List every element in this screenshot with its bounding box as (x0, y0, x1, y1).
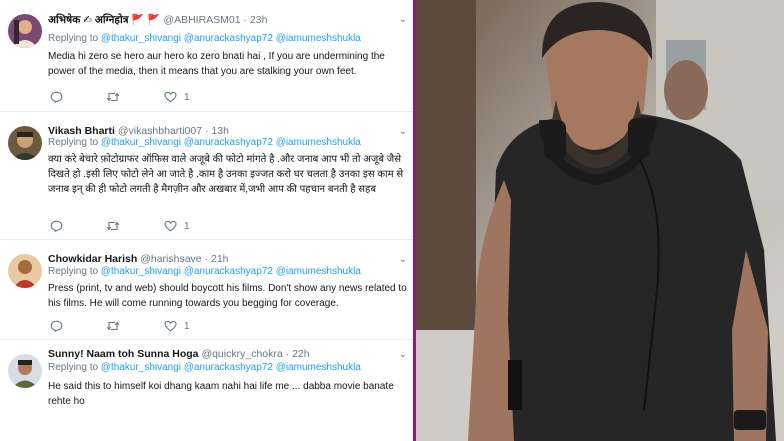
retweet-button[interactable] (106, 220, 127, 232)
mention-link[interactable]: @anurackashyap72 (184, 33, 273, 44)
separator-dot: · (204, 125, 209, 137)
tweet-replies-panel: अभिषेक ✍ अग्निहोत्र 🚩 🚩 @ABHIRASM01 · 23… (0, 0, 413, 441)
replying-to: Replying to @thakur_shivangi @anurackash… (48, 266, 361, 277)
reply-icon (50, 91, 63, 103)
author-handle[interactable]: @ABHIRASM01 (163, 14, 240, 26)
like-count: 1 (184, 220, 190, 232)
like-count: 1 (184, 91, 190, 103)
mention-link[interactable]: @thakur_shivangi (101, 266, 181, 277)
retweet-button[interactable] (106, 320, 127, 332)
replying-label: Replying to (48, 33, 99, 44)
tweet-item[interactable]: Sunny! Naam toh Sunna Hoga @quickry_chok… (0, 340, 413, 441)
retweet-button[interactable] (106, 91, 127, 103)
heart-icon (164, 220, 177, 232)
tweet-text: Media hi zero se hero aur hero ko zero b… (48, 51, 385, 77)
separator-dot: · (243, 14, 248, 26)
mention-link[interactable]: @thakur_shivangi (101, 137, 181, 148)
photo-man-with-headphones (416, 0, 784, 441)
author-name[interactable]: Chowkidar Harish (48, 253, 137, 265)
tweet-text: Press (print, tv and web) should boycott… (48, 283, 407, 309)
chevron-down-icon[interactable]: ⌄ (399, 14, 407, 25)
reply-button[interactable] (50, 320, 70, 332)
author-name[interactable]: Vikash Bharti (48, 125, 115, 137)
reply-icon (50, 320, 63, 332)
heart-icon (164, 320, 177, 332)
tweet-item[interactable]: Vikash Bharti @vikashbharti007 · 13h ⌄ R… (0, 112, 413, 240)
retweet-icon (106, 321, 120, 331)
author-handle[interactable]: @quickry_chokra (201, 348, 282, 360)
replying-label: Replying to (48, 266, 99, 277)
avatar[interactable] (8, 354, 42, 388)
mention-link[interactable]: @iamumeshshukla (276, 266, 361, 277)
tweet-header: Chowkidar Harish @harishsave · 21h (48, 253, 229, 265)
tweet-text: क्या करे बेचारे फ़ोटोग्राफर ऑफिस वाले अज… (48, 154, 404, 195)
tweet-time[interactable]: 21h (211, 253, 229, 265)
like-button[interactable]: 1 (164, 320, 190, 332)
mention-link[interactable]: @iamumeshshukla (276, 33, 361, 44)
reply-button[interactable] (50, 91, 70, 103)
like-button[interactable]: 1 (164, 91, 190, 103)
like-button[interactable]: 1 (164, 220, 190, 232)
mention-link[interactable]: @anurackashyap72 (184, 137, 273, 148)
tweet-header: Sunny! Naam toh Sunna Hoga @quickry_chok… (48, 348, 310, 360)
avatar[interactable] (8, 14, 42, 48)
replying-label: Replying to (48, 137, 99, 148)
tweet-item[interactable]: अभिषेक ✍ अग्निहोत्र 🚩 🚩 @ABHIRASM01 · 23… (0, 0, 413, 112)
retweet-icon (106, 221, 120, 231)
tweet-time[interactable]: 22h (292, 348, 310, 360)
tweet-time[interactable]: 23h (250, 14, 268, 26)
replying-to: Replying to @thakur_shivangi @anurackash… (48, 137, 361, 148)
mention-link[interactable]: @thakur_shivangi (101, 362, 181, 373)
mention-link[interactable]: @iamumeshshukla (276, 137, 361, 148)
chevron-down-icon[interactable]: ⌄ (399, 254, 407, 265)
tweet-header: Vikash Bharti @vikashbharti007 · 13h (48, 125, 229, 137)
tweet-text: He said this to himself koi dhang kaam n… (48, 381, 394, 407)
retweet-icon (106, 92, 120, 102)
mention-link[interactable]: @iamumeshshukla (276, 362, 361, 373)
separator-dot: · (204, 253, 209, 265)
heart-icon (164, 91, 177, 103)
mention-link[interactable]: @thakur_shivangi (101, 33, 181, 44)
chevron-down-icon[interactable]: ⌄ (399, 349, 407, 360)
separator-dot: · (285, 348, 290, 360)
tweet-time[interactable]: 13h (211, 125, 229, 137)
avatar[interactable] (8, 126, 42, 160)
mention-link[interactable]: @anurackashyap72 (184, 362, 273, 373)
like-count: 1 (184, 320, 190, 332)
author-name[interactable]: अभिषेक ✍ अग्निहोत्र 🚩 🚩 (48, 14, 160, 26)
tweet-header: अभिषेक ✍ अग्निहोत्र 🚩 🚩 @ABHIRASM01 · 23… (48, 13, 267, 27)
avatar[interactable] (8, 254, 42, 288)
mention-link[interactable]: @anurackashyap72 (184, 266, 273, 277)
chevron-down-icon[interactable]: ⌄ (399, 126, 407, 137)
tweet-item[interactable]: Chowkidar Harish @harishsave · 21h ⌄ Rep… (0, 240, 413, 340)
reply-icon (50, 220, 63, 232)
replying-label: Replying to (48, 362, 99, 373)
author-name[interactable]: Sunny! Naam toh Sunna Hoga (48, 348, 199, 360)
replying-to: Replying to @thakur_shivangi @anurackash… (48, 362, 361, 373)
author-handle[interactable]: @harishsave (140, 253, 201, 265)
reply-button[interactable] (50, 220, 70, 232)
replying-to: Replying to @thakur_shivangi @anurackash… (48, 33, 361, 44)
author-handle[interactable]: @vikashbharti007 (118, 125, 202, 137)
